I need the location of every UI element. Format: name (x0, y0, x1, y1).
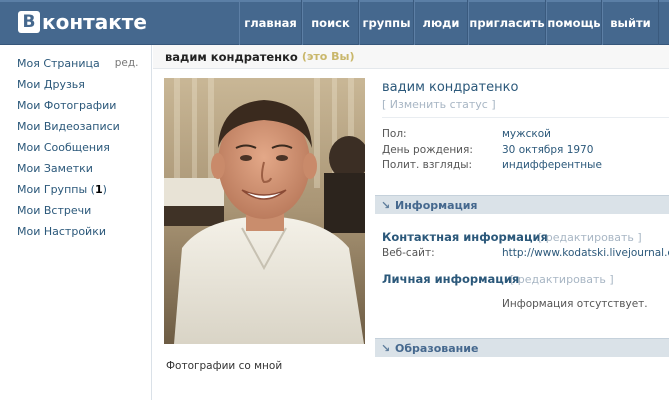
page-title: вадим кондратенко (165, 49, 298, 64)
nav-help[interactable]: помощь (546, 0, 602, 45)
sidebar-item-settings[interactable]: Мои Настройки (17, 223, 106, 239)
page-title-bar: вадим кондратенко (это Вы) (153, 45, 669, 69)
nav-home[interactable]: главная (239, 0, 302, 45)
education-section-title: Образование (395, 341, 479, 355)
sidebar-item-photos[interactable]: Мои Фотографии (17, 97, 116, 113)
profile-photo[interactable] (164, 78, 365, 344)
contact-info-title: Контактная информация (382, 230, 548, 244)
profile-divider (382, 117, 669, 118)
nav-people[interactable]: люди (414, 0, 468, 45)
sidebar-item-groups[interactable]: Мои Группы (1) (17, 181, 107, 197)
profile-name: вадим кондратенко (382, 80, 519, 95)
site-logo[interactable]: В контакте (18, 10, 147, 34)
collapse-arrow-icon: ↘ (381, 198, 391, 212)
sidebar-item-label: Мои Группы ( (17, 182, 95, 196)
profile-photo-image (164, 78, 365, 344)
change-status-link[interactable]: [ Изменить статус ] (382, 98, 496, 111)
education-section-header[interactable]: ↘ Образование (375, 338, 669, 357)
gender-value[interactable]: мужской (502, 128, 551, 140)
website-label: Веб-сайт: (382, 247, 435, 259)
photos-with-me-link[interactable]: Фотографии со мной (166, 360, 282, 372)
sidebar-item-videos[interactable]: Мои Видеозаписи (17, 118, 120, 134)
sidebar-item-friends[interactable]: Мои Друзья (17, 76, 85, 92)
sidebar-edit-link[interactable]: ред. (115, 57, 139, 69)
its-you-label: (это Вы) (301, 50, 355, 63)
sidebar-item-label: Моя Страница (17, 56, 100, 70)
groups-count: 1 (94, 182, 103, 196)
sidebar-item-my-page[interactable]: Моя Страница ред. (17, 55, 138, 71)
sidebar-item-messages[interactable]: Мои Сообщения (17, 139, 110, 155)
contact-edit-link[interactable]: [ редактировать ] (538, 231, 642, 244)
gender-label: Пол: (382, 128, 407, 140)
logo-letter: В (18, 11, 40, 33)
personal-edit-link[interactable]: [ редактировать ] (510, 273, 614, 286)
top-header: В контакте главная поиск группы люди при… (0, 0, 669, 45)
nav-invite[interactable]: пригласить (468, 0, 546, 45)
nav-logout[interactable]: выйти (602, 0, 659, 45)
personal-info-empty: Информация отсутствует. (502, 298, 648, 310)
collapse-arrow-icon: ↘ (381, 341, 391, 355)
political-views-value[interactable]: индифферентные (502, 159, 602, 171)
top-nav: главная поиск группы люди пригласить пом… (239, 0, 659, 45)
sidebar-item-notes[interactable]: Мои Заметки (17, 160, 93, 176)
nav-search[interactable]: поиск (302, 0, 359, 45)
birthday-value[interactable]: 30 октября 1970 (502, 144, 593, 156)
info-section-header[interactable]: ↘ Информация (375, 195, 669, 214)
sidebar-item-events[interactable]: Мои Встречи (17, 202, 91, 218)
nav-groups[interactable]: группы (359, 0, 414, 45)
birthday-label: День рождения: (382, 144, 473, 156)
political-views-label: Полит. взгляды: (382, 159, 473, 171)
personal-info-title: Личная информация (382, 272, 520, 286)
info-section-title: Информация (395, 198, 478, 212)
website-link[interactable]: http://www.kodatski.livejournal.com (502, 247, 669, 259)
sidebar-item-label-close: ) (102, 182, 107, 196)
logo-text: контакте (42, 10, 147, 34)
